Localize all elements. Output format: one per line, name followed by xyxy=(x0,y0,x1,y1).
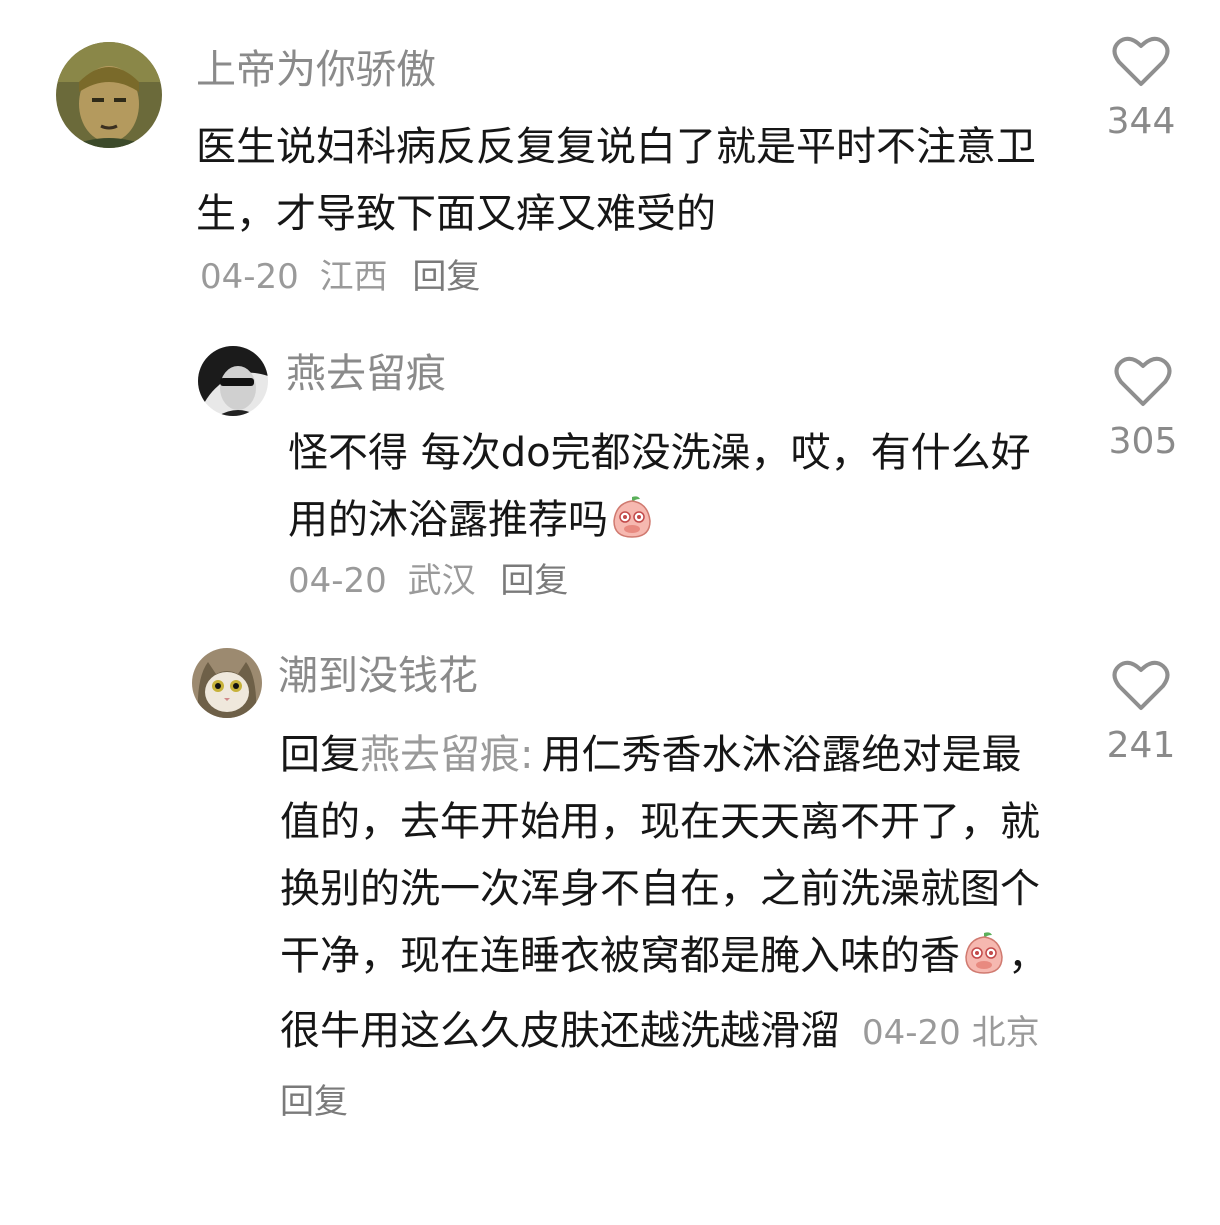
heart-icon xyxy=(1114,356,1172,406)
like-count: 305 xyxy=(1108,421,1178,462)
reply-button[interactable]: 回复 xyxy=(412,257,480,297)
comment-meta: 04-20 江西 回复 xyxy=(200,254,480,300)
like-button[interactable]: 305 xyxy=(1098,356,1188,462)
comment-text-content: 怪不得 每次do完都没洗澡，哎，有什么好用的沐浴露推荐吗 xyxy=(288,430,1031,543)
heart-icon xyxy=(1112,36,1170,86)
like-count: 241 xyxy=(1106,725,1176,766)
comment-username[interactable]: 燕去留痕 xyxy=(286,348,446,400)
reply-target-username[interactable]: 燕去留痕: xyxy=(360,732,533,778)
comment-text-content: 医生说妇科病反反复复说白了就是平时不注意卫生，才导致下面又痒又难受的 xyxy=(196,124,1036,237)
comment-username[interactable]: 潮到没钱花 xyxy=(278,650,478,702)
peach-shy-emoji xyxy=(608,493,656,562)
comment-date: 04-20 xyxy=(862,1013,961,1053)
heart-icon xyxy=(1112,660,1170,710)
comment-location: 江西 xyxy=(319,257,388,297)
like-count: 344 xyxy=(1106,101,1176,142)
comment-meta: 04-20 武汉 回复 xyxy=(288,558,568,604)
comment-date: 04-20 xyxy=(288,561,387,601)
comment-location: 北京 xyxy=(971,1013,1040,1053)
avatar[interactable] xyxy=(198,346,268,416)
reply-button[interactable]: 回复 xyxy=(280,1082,348,1122)
comment-text: 医生说妇科病反反复复说白了就是平时不注意卫生，才导致下面又痒又难受的 xyxy=(196,114,1066,248)
reply-prefix: 回复 xyxy=(280,732,360,778)
like-button[interactable]: 241 xyxy=(1096,660,1186,766)
reply-button[interactable]: 回复 xyxy=(500,561,568,601)
peach-shy-emoji xyxy=(960,929,1008,998)
comment-date: 04-20 xyxy=(200,257,299,297)
comment-text: 回复燕去留痕: 用仁秀香水沐浴露绝对是最值的，去年开始用，现在天天离不开了，就换别… xyxy=(280,722,1060,1136)
avatar[interactable] xyxy=(192,648,262,718)
comment-location: 武汉 xyxy=(407,561,476,601)
comment-text: 怪不得 每次do完都没洗澡，哎，有什么好用的沐浴露推荐吗 xyxy=(288,420,1058,562)
avatar[interactable] xyxy=(56,42,162,148)
like-button[interactable]: 344 xyxy=(1096,36,1186,142)
comment-username[interactable]: 上帝为你骄傲 xyxy=(196,44,436,96)
